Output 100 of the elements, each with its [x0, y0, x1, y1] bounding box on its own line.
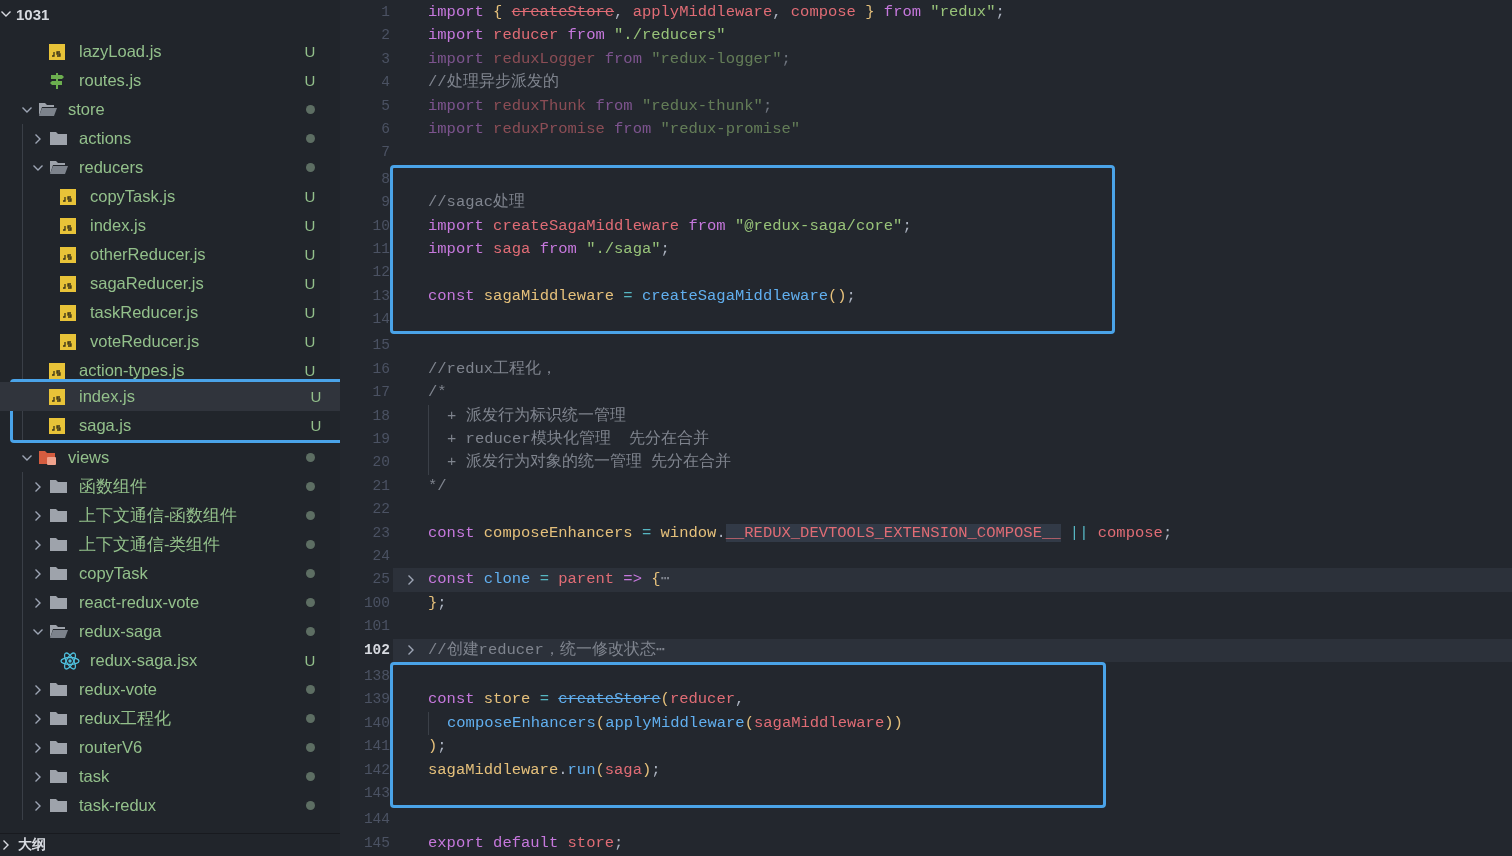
code-line: };: [428, 592, 447, 614]
code-line: //创建reducer，统一修改状态⋯: [428, 639, 666, 661]
code-line: const composeEnhancers = window.__REDUX_DEVTOOLS_EXTENSION_COMPOSE__ || compose;: [428, 522, 1173, 544]
folder-icon: [49, 479, 68, 494]
tree-item[interactable]: redux-vote: [0, 675, 340, 704]
js-file-icon: [60, 246, 76, 263]
git-status: U: [309, 417, 323, 434]
tree-root[interactable]: 1031: [0, 0, 340, 28]
open-folder-icon: [49, 624, 69, 639]
file-name: saga.js: [79, 416, 133, 435]
code-line: //处理异步派发的: [428, 72, 559, 94]
git-status: U: [303, 275, 317, 292]
file-name: views: [68, 448, 111, 467]
react-atom-icon: [60, 651, 80, 670]
file-name: lazyLoad.js: [79, 42, 163, 61]
js-file-icon: [60, 304, 76, 321]
code-line: composeEnhancers(applyMiddleware(sagaMiddleware)): [428, 711, 903, 736]
file-name: redux-vote: [79, 680, 158, 699]
folder-icon: [49, 769, 68, 784]
tree-item[interactable]: 函数组件: [0, 472, 340, 501]
code-line: + 派发行为标识统一管理: [428, 404, 626, 429]
file-name: copyTask: [79, 564, 149, 583]
tree-item[interactable]: task: [0, 762, 340, 791]
code-line: );: [428, 736, 447, 758]
js-file-icon: [60, 333, 76, 350]
open-folder-icon: [49, 160, 69, 175]
code-line: import createSagaMiddleware from "@redux-saga/core";: [428, 215, 912, 237]
tree-item[interactable]: copyTask.js U: [0, 182, 340, 211]
file-name: voteReducer.js: [90, 332, 201, 351]
code-line: import saga from "./saga";: [428, 238, 670, 260]
line-number: 102: [362, 640, 390, 660]
git-status: U: [303, 246, 317, 263]
code-line: + reducer模块化管理 先分在合并: [428, 428, 710, 452]
tree-item[interactable]: 上下文通信-类组件: [0, 530, 340, 559]
signpost-icon: [49, 71, 65, 90]
tree-item[interactable]: reducers: [0, 153, 340, 182]
folder-icon: [49, 711, 68, 726]
open-folder-icon: [38, 102, 58, 117]
file-name: index.js: [90, 216, 147, 235]
tree-item[interactable]: task-redux: [0, 791, 340, 820]
tree-item[interactable]: copyTask: [0, 559, 340, 588]
tree-item[interactable]: views: [0, 443, 340, 472]
folder-icon: [49, 566, 68, 581]
js-file-icon: [60, 188, 76, 205]
tree-item[interactable]: routes.js U: [0, 66, 340, 95]
tree-item[interactable]: actions: [0, 124, 340, 153]
git-status: U: [303, 333, 317, 350]
file-name: task: [79, 767, 111, 786]
file-name: task-redux: [79, 796, 158, 815]
code-line: const clone = parent => {⋯: [428, 569, 670, 591]
tree-item[interactable]: redux-saga: [0, 617, 340, 646]
file-name: taskReducer.js: [90, 303, 200, 322]
tree-item[interactable]: lazyLoad.js U: [0, 37, 340, 66]
file-name: redux工程化: [79, 707, 173, 729]
git-status: U: [303, 43, 317, 60]
js-file-icon: [49, 362, 65, 379]
tree-item[interactable]: action-types.js U: [0, 356, 340, 385]
tree-item[interactable]: 上下文通信-函数组件: [0, 501, 340, 530]
code-line: + 派发行为对象的统一管理 先分在合并: [428, 451, 731, 475]
file-name: sagaReducer.js: [90, 274, 205, 293]
code-line: const sagaMiddleware = createSagaMiddleware();: [428, 285, 856, 307]
tree-item[interactable]: saga.js U: [0, 411, 340, 440]
tree-item[interactable]: otherReducer.js U: [0, 240, 340, 269]
folder-icon: [49, 740, 68, 755]
tree-item[interactable]: index.js U: [0, 382, 340, 411]
file-name: store: [68, 100, 106, 119]
tree-item[interactable]: index.js U: [0, 211, 340, 240]
js-file-icon: [49, 388, 65, 405]
tree-item[interactable]: voteReducer.js U: [0, 327, 340, 356]
file-name: actions: [79, 129, 133, 148]
code-line: import reduxLogger from "redux-logger";: [428, 48, 791, 70]
folder-icon: [49, 798, 68, 813]
tree-item[interactable]: redux-saga.jsx U: [0, 646, 340, 675]
code-line: import reduxPromise from "redux-promise": [428, 118, 801, 140]
tree-item[interactable]: taskReducer.js U: [0, 298, 340, 327]
code-line: //redux工程化，: [428, 358, 558, 380]
code-line: import { createStore, applyMiddleware, compose } from "redux";: [428, 2, 1005, 23]
folder-icon: [49, 537, 68, 552]
file-name: copyTask.js: [90, 187, 177, 206]
file-name: 函数组件: [79, 475, 148, 497]
folder-icon: [38, 449, 58, 466]
tree-item[interactable]: store: [0, 95, 340, 124]
js-file-icon: [49, 43, 65, 60]
file-name: react-redux-vote: [79, 593, 201, 612]
file-name: 上下文通信-函数组件: [79, 504, 239, 526]
git-status: U: [303, 652, 317, 669]
code-line: sagaMiddleware.run(saga);: [428, 759, 661, 781]
tree-item[interactable]: routerV6: [0, 733, 340, 762]
file-name: routes.js: [79, 71, 143, 90]
file-name: 上下文通信-类组件: [79, 533, 222, 555]
file-name: routerV6: [79, 738, 144, 757]
tree-item[interactable]: react-redux-vote: [0, 588, 340, 617]
git-status: U: [303, 362, 317, 379]
tree-item[interactable]: sagaReducer.js U: [0, 269, 340, 298]
file-name: index.js: [79, 387, 136, 406]
code-line: //sagac处理: [428, 192, 526, 214]
tree-item[interactable]: redux工程化: [0, 704, 340, 733]
git-status: U: [303, 217, 317, 234]
folder-icon: [49, 595, 68, 610]
git-status: U: [303, 188, 317, 205]
